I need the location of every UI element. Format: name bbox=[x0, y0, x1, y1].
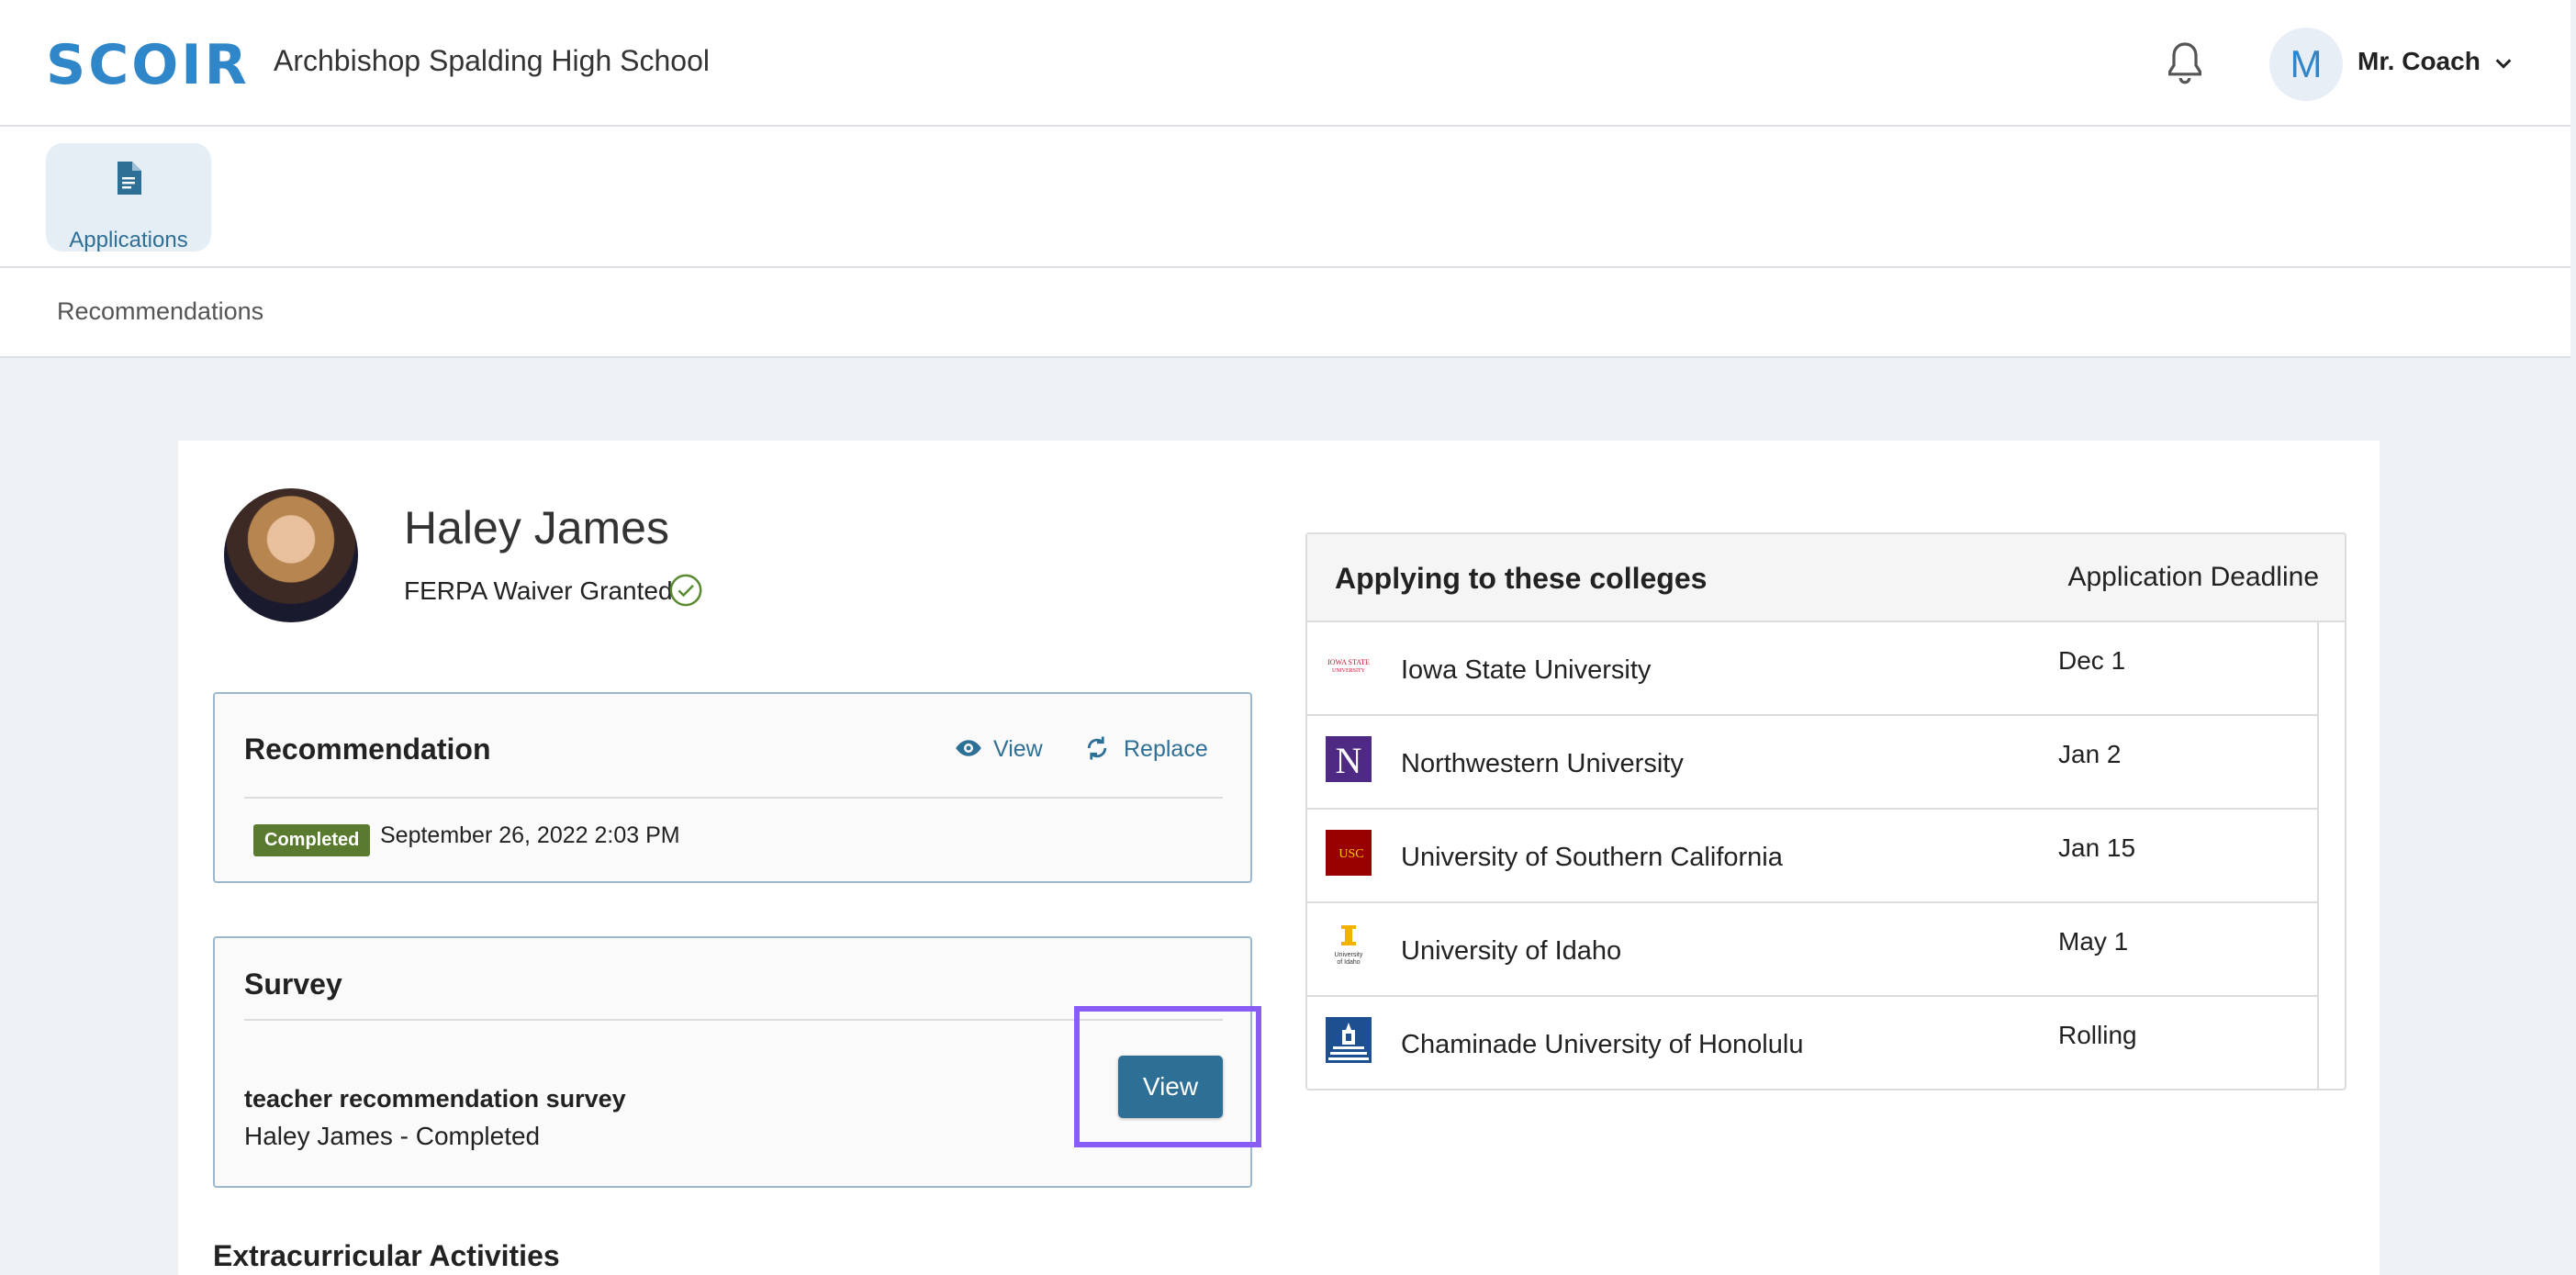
usc-logo-icon: USC bbox=[1326, 830, 1372, 876]
chevron-down-icon[interactable] bbox=[2493, 53, 2514, 73]
survey-title: Survey bbox=[244, 967, 342, 1001]
table-row[interactable]: N Northwestern University Jan 2 bbox=[1307, 716, 2317, 810]
survey-name: teacher recommendation survey bbox=[244, 1085, 626, 1113]
recommendation-title: Recommendation bbox=[244, 733, 491, 766]
ferpa-status: FERPA Waiver Granted bbox=[404, 576, 673, 605]
colleges-table-header: Applying to these colleges Application D… bbox=[1307, 534, 2345, 622]
college-deadline: May 1 bbox=[2058, 927, 2129, 956]
svg-text:IOWA STATE: IOWA STATE bbox=[1327, 658, 1370, 666]
check-circle-icon bbox=[669, 574, 702, 607]
view-survey-button[interactable]: View bbox=[1118, 1056, 1223, 1118]
document-icon bbox=[118, 162, 141, 195]
svg-text:UNIVERSITY: UNIVERSITY bbox=[1332, 668, 1366, 674]
college-name: Iowa State University bbox=[1401, 655, 1652, 685]
svg-text:University: University bbox=[1335, 952, 1363, 958]
college-name: University of Idaho bbox=[1401, 936, 1622, 966]
extracurricular-title: Extracurricular Activities bbox=[213, 1239, 560, 1272]
recommendation-panel: Recommendation View Replace Completed Se… bbox=[213, 692, 1252, 883]
svg-text:of Idaho: of Idaho bbox=[1337, 959, 1360, 966]
svg-text:N: N bbox=[1336, 740, 1362, 781]
eye-icon bbox=[956, 740, 981, 756]
college-deadline: Dec 1 bbox=[2058, 646, 2126, 675]
idaho-logo-icon: University of Idaho bbox=[1335, 925, 1363, 966]
avatar[interactable]: M bbox=[2269, 28, 2343, 101]
college-name: University of Southern California bbox=[1401, 843, 1783, 872]
breadcrumb: Recommendations bbox=[0, 268, 2570, 358]
college-name: Chaminade University of Honolulu bbox=[1401, 1030, 1804, 1059]
nav-bar: Applications bbox=[0, 127, 2570, 268]
student-name: Haley James bbox=[404, 502, 669, 554]
scoir-logo[interactable]: SCOIR bbox=[46, 33, 250, 97]
college-deadline: Rolling bbox=[2058, 1021, 2137, 1049]
tab-applications-label: Applications bbox=[69, 228, 188, 252]
survey-status: Haley James - Completed bbox=[244, 1122, 541, 1150]
replace-recommendation-label: Replace bbox=[1124, 736, 1208, 762]
svg-text:USC: USC bbox=[1338, 847, 1363, 861]
breadcrumb-recommendations[interactable]: Recommendations bbox=[57, 297, 263, 326]
scrollbar[interactable] bbox=[2317, 621, 2319, 1089]
college-name: Northwestern University bbox=[1401, 749, 1684, 778]
user-menu-name[interactable]: Mr. Coach bbox=[2358, 47, 2481, 76]
table-row[interactable]: University of Idaho University of Idaho … bbox=[1307, 903, 2317, 997]
deadline-header-label: Application Deadline bbox=[2067, 562, 2319, 592]
colleges-header-label: Applying to these colleges bbox=[1335, 562, 1708, 595]
status-badge: Completed bbox=[253, 824, 371, 856]
chaminade-logo-icon bbox=[1326, 1017, 1372, 1063]
bell-icon[interactable] bbox=[2163, 40, 2207, 88]
student-photo bbox=[224, 488, 358, 622]
refresh-icon bbox=[1087, 736, 1107, 760]
school-name: Archbishop Spalding High School bbox=[274, 44, 710, 77]
table-row[interactable]: Chaminade University of Honolulu Rolling bbox=[1307, 997, 2317, 1089]
northwestern-logo-icon: N bbox=[1326, 736, 1372, 782]
recommendation-date: September 26, 2022 2:03 PM bbox=[380, 822, 680, 848]
table-row[interactable]: IOWA STATE UNIVERSITY Iowa State Univers… bbox=[1307, 622, 2317, 716]
college-deadline: Jan 15 bbox=[2058, 833, 2136, 862]
top-bar: SCOIR Archbishop Spalding High School M … bbox=[0, 0, 2570, 127]
college-deadline: Jan 2 bbox=[2058, 740, 2122, 768]
colleges-table: Applying to these colleges Application D… bbox=[1305, 532, 2346, 1090]
divider bbox=[244, 797, 1223, 799]
view-recommendation-label: View bbox=[993, 736, 1043, 762]
table-row[interactable]: USC University of Southern California Ja… bbox=[1307, 810, 2317, 903]
tab-applications[interactable]: Applications bbox=[46, 143, 211, 252]
iowa-state-logo-icon: IOWA STATE UNIVERSITY bbox=[1327, 658, 1370, 674]
